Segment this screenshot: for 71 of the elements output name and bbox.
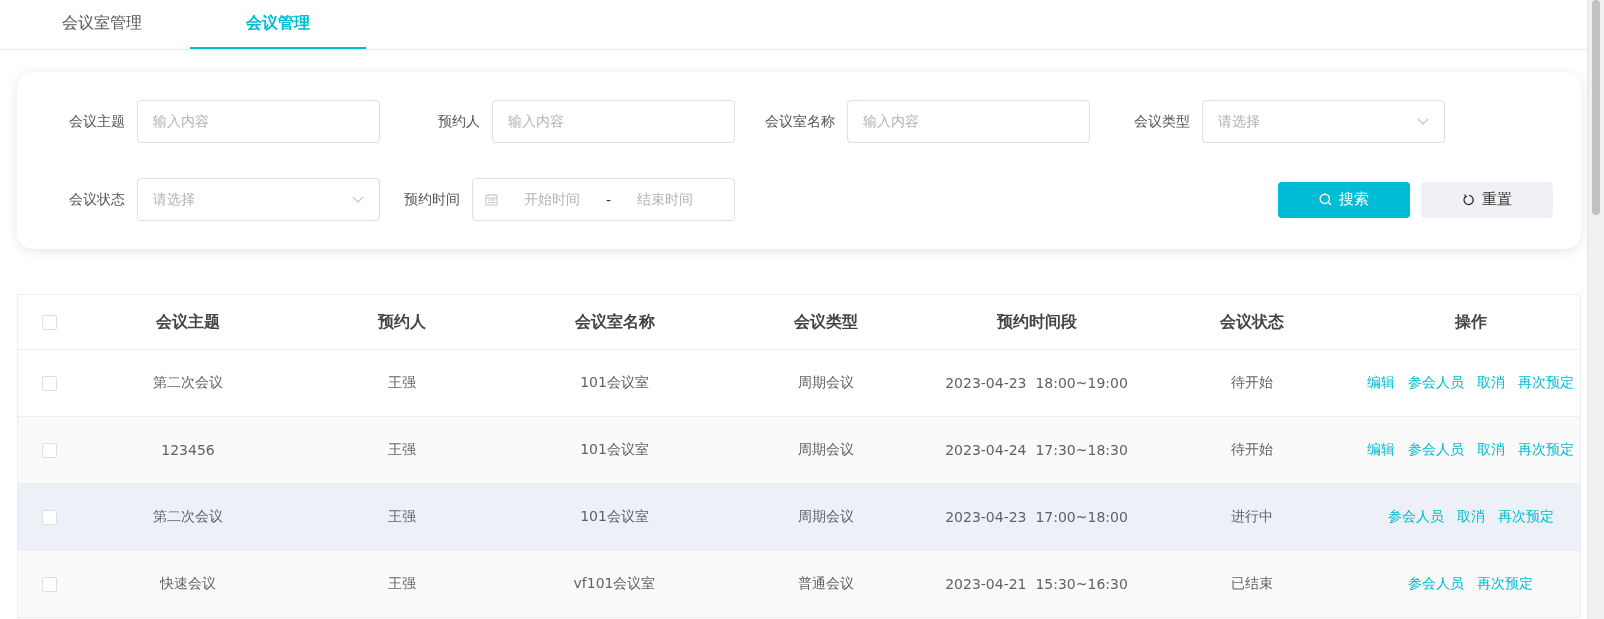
field-label: 会议类型 [1133, 112, 1190, 131]
action-link[interactable]: 再次预定 [1497, 508, 1554, 526]
action-link[interactable]: 编辑 [1367, 441, 1395, 459]
checkbox[interactable] [42, 576, 57, 592]
action-link[interactable]: 再次预定 [1518, 441, 1574, 459]
table-cell: 2023-04-23 17:00~18:00 [945, 509, 1128, 525]
table-cell: 101会议室 [580, 441, 649, 459]
action-link[interactable]: 取消 [1456, 508, 1485, 526]
reset-button[interactable]: 重置 [1421, 181, 1553, 218]
table-cell: 进行中 [1230, 508, 1273, 526]
refresh-icon [1462, 193, 1475, 206]
table-cell: 第二次会议 [153, 374, 223, 392]
action-link[interactable]: 编辑 [1367, 374, 1395, 392]
table-cell: 王强 [387, 441, 416, 459]
table-cell: 101会议室 [580, 374, 649, 392]
column-header: 预约时间段 [996, 311, 1077, 333]
calendar-icon [485, 193, 499, 206]
table-cell: 2023-04-24 17:30~18:30 [945, 442, 1128, 458]
table-cell: 周期会议 [798, 374, 854, 392]
field-label: 预约人 [437, 112, 480, 131]
table-cell: 周期会议 [798, 508, 854, 526]
column-header: 会议类型 [794, 311, 858, 333]
table-cell: 待开始 [1230, 441, 1273, 459]
search-icon [1319, 193, 1332, 206]
scrollbar[interactable] [1587, 0, 1604, 619]
column-header: 会议状态 [1219, 311, 1284, 333]
table-cell: 2023-04-23 18:00~19:00 [945, 375, 1128, 391]
tab[interactable]: 会议管理 [190, 0, 366, 49]
action-link[interactable]: 参会人员 [1408, 441, 1464, 459]
field-label: 预约时间 [403, 190, 461, 209]
table-cell: 已结束 [1230, 575, 1273, 593]
action-link[interactable]: 再次预定 [1477, 575, 1533, 593]
table-cell: 123456 [161, 442, 215, 458]
table-cell: 101会议室 [580, 508, 649, 526]
table-cell: 待开始 [1230, 374, 1273, 392]
table-cell: 第二次会议 [153, 508, 223, 526]
date-range-field[interactable]: 开始时间 - 结束时间 [472, 178, 735, 221]
column-header: 会议室名称 [574, 311, 655, 333]
checkbox[interactable] [42, 442, 57, 458]
column-header: 会议主题 [156, 311, 220, 333]
input-field[interactable]: 输入内容 [492, 100, 735, 143]
action-link[interactable]: 参会人员 [1408, 374, 1464, 392]
table-cell: vf101会议室 [573, 575, 656, 593]
table-cell: 普通会议 [798, 575, 854, 593]
table-cell: 快速会议 [160, 575, 216, 593]
action-link[interactable]: 参会人员 [1408, 575, 1464, 593]
select-field[interactable]: 请选择 [137, 178, 380, 221]
checkbox[interactable] [42, 509, 57, 525]
action-link[interactable]: 取消 [1477, 374, 1505, 392]
column-header: 预约人 [377, 311, 426, 333]
action-link[interactable]: 取消 [1477, 441, 1505, 459]
action-link[interactable]: 再次预定 [1518, 374, 1574, 392]
tab[interactable]: 会议室管理 [14, 0, 190, 49]
checkbox[interactable] [42, 375, 57, 391]
checkbox[interactable] [42, 314, 57, 330]
select-field[interactable]: 请选择 [1202, 100, 1445, 143]
table-cell: 2023-04-21 15:30~16:30 [945, 576, 1128, 592]
input-field[interactable]: 输入内容 [137, 100, 380, 143]
table-cell: 周期会议 [798, 441, 854, 459]
action-link[interactable]: 参会人员 [1387, 508, 1444, 526]
chevron-down-icon [1417, 118, 1429, 125]
table-cell: 王强 [387, 508, 416, 526]
input-field[interactable]: 输入内容 [847, 100, 1090, 143]
field-label: 会议主题 [68, 112, 125, 131]
table-cell: 王强 [387, 374, 416, 392]
chevron-down-icon [352, 196, 364, 203]
field-label: 会议室名称 [764, 112, 835, 131]
search-button[interactable]: 搜索 [1278, 181, 1410, 218]
column-header: 操作 [1454, 311, 1487, 333]
field-label: 会议状态 [68, 190, 125, 209]
table-cell: 王强 [387, 575, 416, 593]
